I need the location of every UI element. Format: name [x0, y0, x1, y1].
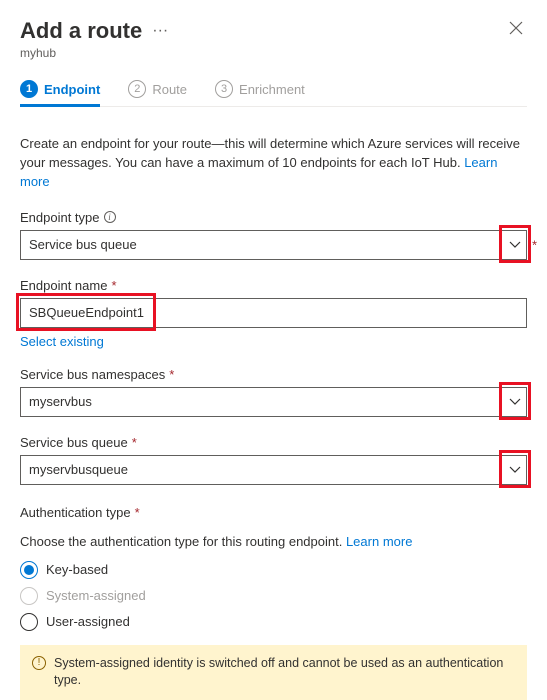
radio-label: User-assigned [46, 614, 130, 629]
learn-more-link[interactable]: Learn more [346, 534, 412, 549]
auth-radio-key-based[interactable]: Key-based [20, 561, 527, 579]
section-description: Create an endpoint for your route—this w… [20, 135, 527, 192]
warning-icon: ! [32, 656, 46, 670]
step-number-icon: 1 [20, 80, 38, 98]
wizard-steps: 1 Endpoint 2 Route 3 Enrichment [20, 80, 527, 107]
auth-radio-system-assigned: System-assigned [20, 587, 527, 605]
required-indicator: * [532, 237, 537, 252]
auth-type-label: Authentication type * [20, 505, 527, 520]
auth-radio-user-assigned[interactable]: User-assigned [20, 613, 527, 631]
radio-label: System-assigned [46, 588, 146, 603]
more-actions-icon[interactable]: ··· [152, 23, 168, 39]
warning-banner: ! System-assigned identity is switched o… [20, 645, 527, 700]
warning-text: System-assigned identity is switched off… [54, 655, 515, 690]
radio-icon [20, 587, 38, 605]
radio-icon [20, 613, 38, 631]
endpoint-type-select[interactable]: Service bus queue [20, 230, 527, 260]
select-existing-link[interactable]: Select existing [20, 334, 104, 349]
sb-namespaces-select[interactable]: myservbus [20, 387, 527, 417]
endpoint-name-label: Endpoint name * [20, 278, 527, 293]
radio-label: Key-based [46, 562, 108, 577]
auth-description: Choose the authentication type for this … [20, 534, 527, 549]
radio-icon [20, 561, 38, 579]
sb-namespaces-label: Service bus namespaces * [20, 367, 527, 382]
page-title: Add a route [20, 18, 142, 44]
step-label: Enrichment [239, 82, 305, 97]
close-button[interactable] [505, 18, 527, 40]
resource-subtitle: myhub [20, 46, 168, 60]
step-label: Endpoint [44, 82, 100, 97]
step-enrichment[interactable]: 3 Enrichment [215, 80, 305, 106]
step-number-icon: 3 [215, 80, 233, 98]
sb-queue-select[interactable]: myservbusqueue [20, 455, 527, 485]
endpoint-type-label: Endpoint type i [20, 210, 527, 225]
endpoint-name-input[interactable] [20, 298, 527, 328]
step-endpoint[interactable]: 1 Endpoint [20, 80, 100, 106]
step-number-icon: 2 [128, 80, 146, 98]
step-label: Route [152, 82, 187, 97]
info-icon[interactable]: i [104, 211, 116, 223]
sb-queue-label: Service bus queue * [20, 435, 527, 450]
step-route[interactable]: 2 Route [128, 80, 187, 106]
